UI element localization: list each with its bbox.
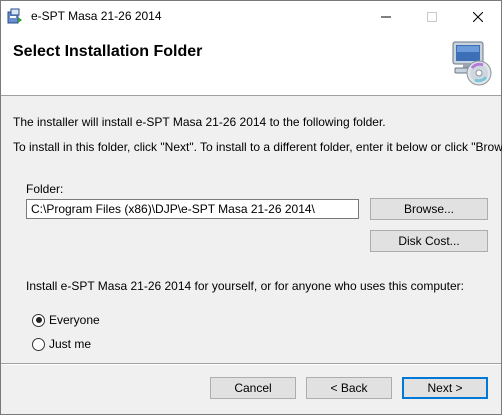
page-title: Select Installation Folder [13, 43, 203, 60]
wizard-header: Select Installation Folder [1, 32, 501, 96]
computer-cd-icon [445, 40, 493, 86]
radio-everyone-label: Everyone [49, 313, 100, 327]
radio-just-me-label: Just me [49, 337, 92, 351]
radio-button-selected[interactable] [32, 313, 45, 327]
window-title: e-SPT Masa 21-26 2014 [31, 9, 162, 23]
folder-path-input[interactable] [26, 199, 359, 219]
title-bar[interactable]: e-SPT Masa 21-26 2014 [1, 1, 501, 32]
radio-just-me[interactable]: Just me [32, 337, 91, 351]
minimize-icon[interactable] [363, 1, 409, 32]
close-icon[interactable] [455, 1, 501, 32]
installer-icon [7, 8, 23, 24]
radio-button-unselected[interactable] [32, 337, 45, 351]
footer-divider-highlight [1, 364, 501, 365]
disk-cost-button[interactable]: Disk Cost... [370, 230, 488, 252]
folder-label: Folder: [26, 182, 64, 196]
browse-button[interactable]: Browse... [370, 198, 488, 220]
instructions-text: To install in this folder, click "Next".… [13, 140, 502, 154]
radio-everyone[interactable]: Everyone [32, 313, 100, 327]
cancel-button[interactable]: Cancel [210, 377, 296, 399]
installer-window: e-SPT Masa 21-26 2014 Select Installatio… [0, 0, 502, 415]
maximize-icon[interactable] [409, 1, 455, 32]
back-button[interactable]: < Back [306, 377, 392, 399]
install-scope-prompt: Install e-SPT Masa 21-26 2014 for yourse… [26, 279, 464, 293]
intro-text: The installer will install e-SPT Masa 21… [13, 115, 386, 129]
next-button[interactable]: Next > [402, 377, 488, 399]
